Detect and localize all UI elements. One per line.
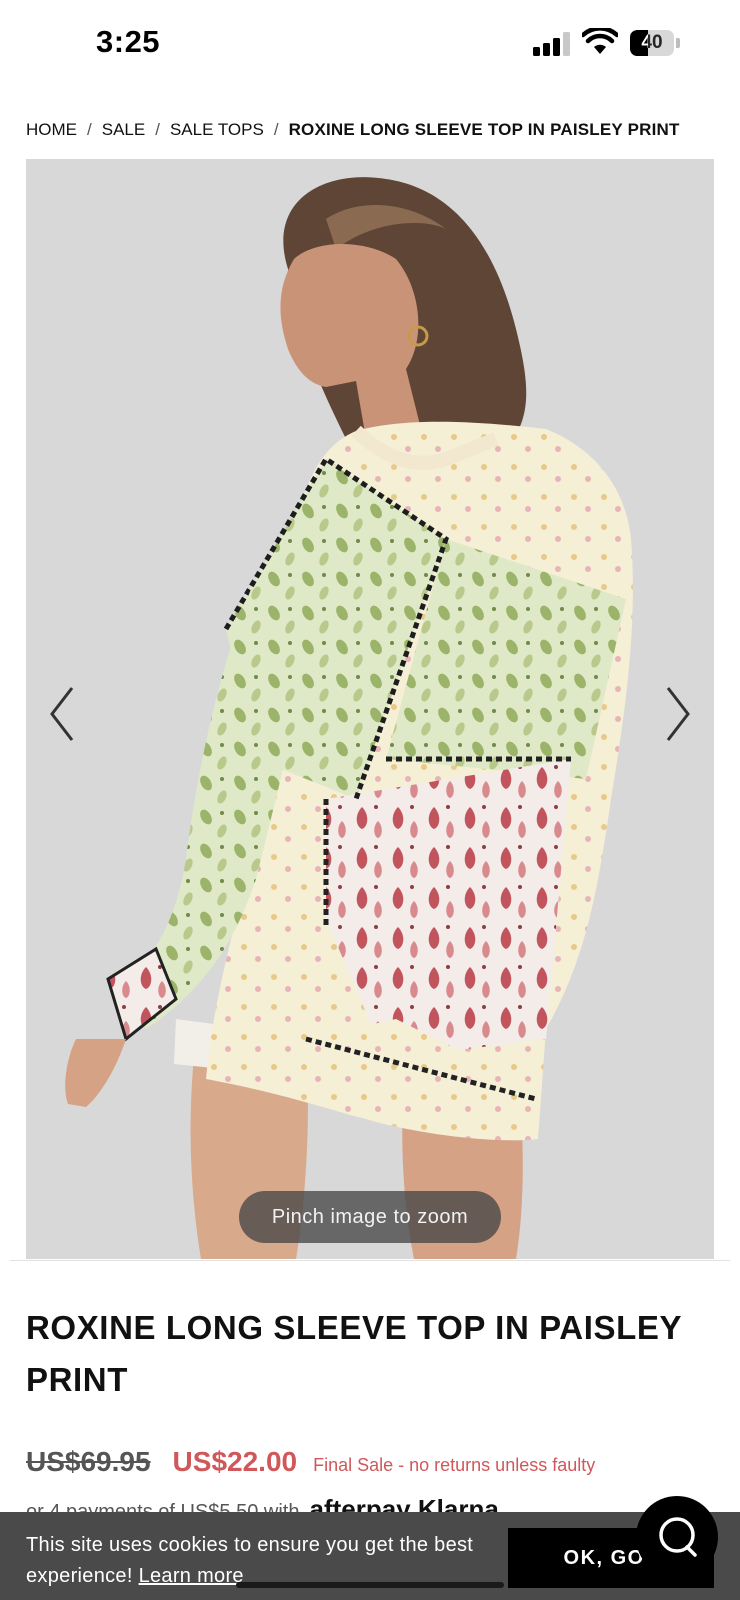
divider bbox=[10, 1260, 730, 1261]
final-sale-note: Final Sale - no returns unless faulty bbox=[313, 1455, 596, 1475]
breadcrumb-home[interactable]: HOME bbox=[26, 120, 77, 140]
breadcrumb-separator: / bbox=[87, 120, 92, 139]
status-bar: 3:25 40 bbox=[0, 0, 740, 90]
product-image-gallery[interactable]: Pinch image to zoom bbox=[26, 159, 714, 1259]
chat-button[interactable] bbox=[636, 1496, 718, 1578]
previous-image-button[interactable] bbox=[40, 679, 84, 749]
status-time: 3:25 bbox=[96, 24, 161, 59]
chevron-right-icon bbox=[666, 687, 690, 741]
product-title: ROXINE LONG SLEEVE TOP IN PAISLEY PRINT bbox=[26, 1309, 682, 1398]
battery-icon: 40 bbox=[630, 30, 680, 56]
breadcrumb-separator: / bbox=[273, 120, 279, 139]
sale-price: US$22.00 bbox=[172, 1446, 298, 1477]
product-photo bbox=[65, 177, 633, 1259]
learn-more-link[interactable]: Learn more bbox=[139, 1565, 244, 1587]
original-price: US$69.95 bbox=[26, 1446, 151, 1477]
cookie-message-text: This site uses cookies to ensure you get… bbox=[26, 1534, 474, 1587]
next-image-button[interactable] bbox=[656, 679, 700, 749]
breadcrumb-sale-tops[interactable]: SALE TOPS bbox=[170, 120, 264, 140]
breadcrumb-current: ROXINE LONG SLEEVE TOP IN PAISLEY PRINT bbox=[288, 120, 680, 139]
chevron-left-icon bbox=[50, 687, 74, 741]
zoom-hint: Pinch image to zoom bbox=[239, 1191, 501, 1243]
breadcrumb: HOME / SALE / SALE TOPS / ROXINE LONG SL… bbox=[26, 120, 680, 140]
breadcrumb-sale[interactable]: SALE bbox=[102, 120, 145, 140]
price-row: US$69.95 US$22.00 Final Sale - no return… bbox=[26, 1446, 595, 1478]
chat-icon bbox=[659, 1517, 697, 1557]
wifi-icon bbox=[582, 28, 618, 54]
cellular-signal-icon bbox=[533, 32, 573, 56]
battery-level: 40 bbox=[641, 32, 663, 53]
breadcrumb-separator: / bbox=[155, 120, 160, 139]
home-indicator bbox=[236, 1582, 504, 1588]
